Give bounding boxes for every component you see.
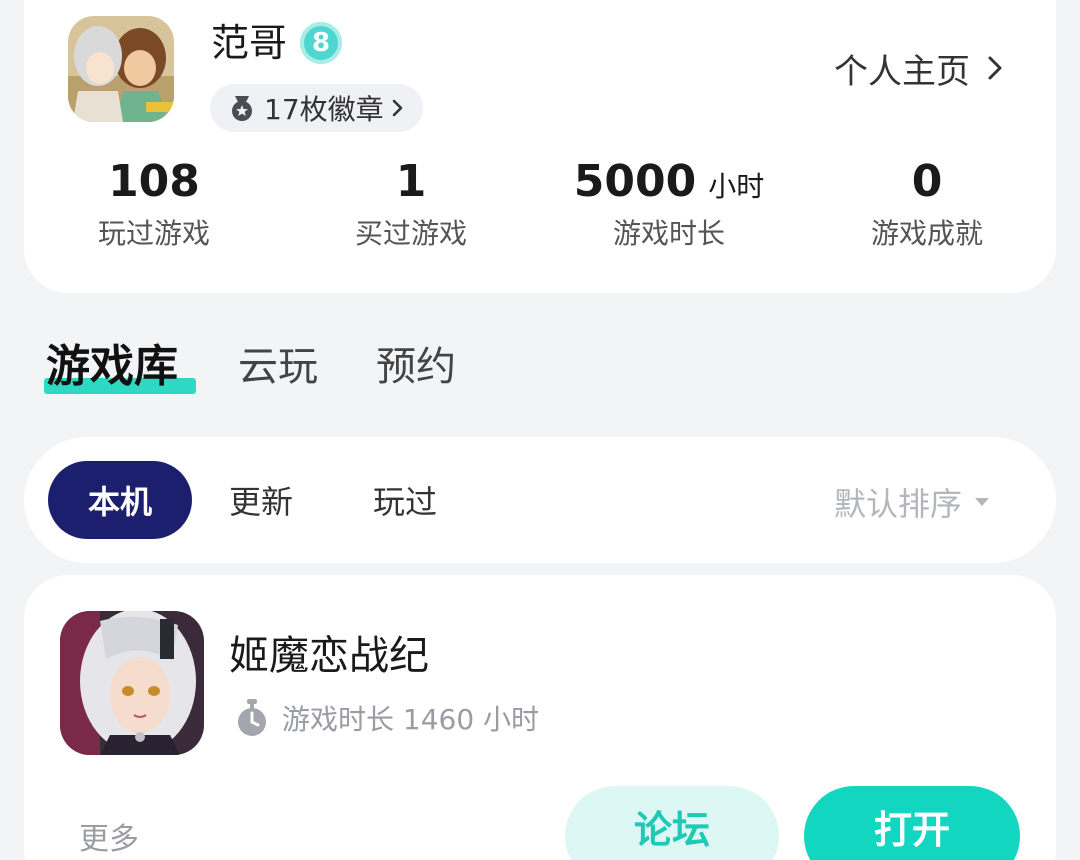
stat-value: 1	[395, 156, 427, 207]
chevron-right-icon	[392, 99, 402, 117]
medal-icon	[232, 96, 252, 121]
open-game-button[interactable]: 打开	[804, 786, 1020, 860]
badges-button[interactable]: 17枚徽章	[210, 84, 423, 132]
filter-chip-played[interactable]: 玩过	[373, 461, 437, 539]
personal-homepage-link[interactable]: 个人主页	[834, 46, 1004, 92]
sort-dropdown[interactable]: 默认排序	[834, 480, 990, 524]
homepage-label: 个人主页	[834, 51, 970, 92]
forum-button[interactable]: 论坛	[565, 786, 779, 860]
filter-chip-updates[interactable]: 更新	[229, 461, 293, 539]
tab-game-library[interactable]: 游戏库	[46, 335, 178, 399]
level-badge: 8	[300, 22, 342, 64]
stat-value: 0	[911, 156, 943, 207]
user-avatar[interactable]	[68, 16, 174, 122]
stat-label: 玩过游戏	[97, 217, 210, 250]
tab-cloud-play[interactable]: 云玩	[238, 335, 318, 399]
more-button[interactable]: 更多	[79, 814, 139, 858]
stat-value: 108	[108, 156, 200, 207]
game-title: 姬魔恋战纪	[229, 633, 429, 679]
game-playtime: 游戏时长 1460 小时	[234, 698, 539, 738]
sort-label: 默认排序	[834, 485, 963, 523]
stat-games-played[interactable]: 108 玩过游戏	[24, 155, 284, 253]
stat-unit: 小时	[708, 170, 765, 203]
stat-label: 游戏时长	[612, 217, 725, 250]
stopwatch-icon	[238, 699, 266, 736]
stat-label: 游戏成就	[870, 217, 983, 250]
stat-value: 5000	[573, 156, 697, 207]
library-tabs: 游戏库 云玩 预约	[0, 335, 1080, 405]
filter-chip-local[interactable]: 本机	[48, 461, 192, 539]
caret-down-icon	[975, 498, 990, 506]
game-icon[interactable]	[60, 611, 204, 755]
chevron-right-icon	[988, 56, 1002, 80]
stat-games-bought[interactable]: 1 买过游戏	[281, 155, 541, 253]
stat-achievements[interactable]: 0 游戏成就	[797, 155, 1057, 253]
tab-reservations[interactable]: 预约	[376, 335, 456, 399]
user-name: 范哥	[211, 21, 288, 65]
badges-label: 17枚徽章	[264, 93, 384, 126]
stat-label: 买过游戏	[354, 217, 467, 250]
playtime-label: 游戏时长 1460 小时	[282, 703, 540, 736]
stat-play-time[interactable]: 5000 小时 游戏时长	[539, 155, 799, 253]
